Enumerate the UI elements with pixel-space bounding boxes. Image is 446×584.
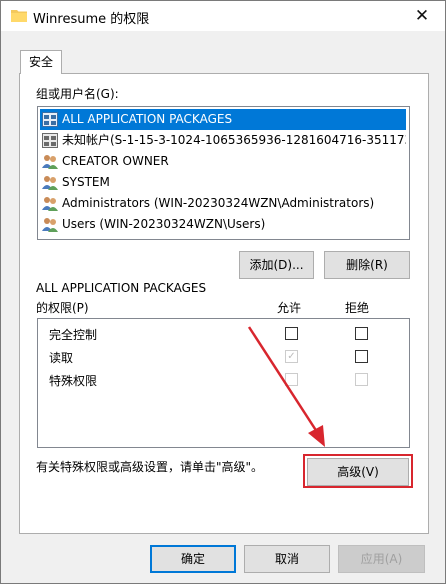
allow-header: 允许 bbox=[277, 301, 302, 315]
tab-security[interactable]: 安全 bbox=[20, 50, 62, 74]
remove-button[interactable]: 删除(R) bbox=[324, 251, 410, 279]
list-item[interactable]: Users (WIN-20230324WZN\Users) bbox=[40, 214, 406, 235]
permissions-list: 完全控制 读取 ✓ 特殊权限 bbox=[37, 318, 410, 448]
permissions-for-label: ALL APPLICATION PACKAGES bbox=[36, 281, 207, 295]
permission-row: 完全控制 bbox=[38, 323, 409, 345]
permission-row: 读取 ✓ bbox=[38, 346, 409, 368]
user-group-icon bbox=[42, 197, 58, 211]
list-item[interactable]: ALL APPLICATION PACKAGES bbox=[40, 109, 406, 130]
user-name: Administrators (WIN-20230324WZN\Administ… bbox=[62, 196, 375, 210]
window-title: Winresume 的权限 bbox=[33, 12, 150, 27]
cancel-button[interactable]: 取消 bbox=[244, 545, 330, 573]
list-item[interactable]: CREATOR OWNER bbox=[40, 151, 406, 172]
permission-name: 特殊权限 bbox=[49, 374, 98, 388]
apply-button: 应用(A) bbox=[338, 545, 425, 573]
permissions-label: 的权限(P) bbox=[36, 301, 89, 315]
user-group-icon bbox=[42, 176, 58, 190]
user-name: ALL APPLICATION PACKAGES bbox=[62, 112, 233, 126]
deny-header: 拒绝 bbox=[345, 301, 370, 315]
user-name: Users (WIN-20230324WZN\Users) bbox=[62, 217, 266, 231]
list-item[interactable]: Administrators (WIN-20230324WZN\Administ… bbox=[40, 193, 406, 214]
advanced-hint: 有关特殊权限或高级设置，请单击"高级"。 bbox=[36, 460, 264, 474]
close-button[interactable]: ✕ bbox=[399, 1, 445, 31]
user-name: CREATOR OWNER bbox=[62, 154, 169, 168]
permission-row: 特殊权限 bbox=[38, 369, 409, 391]
user-name: 未知帐户(S-1-15-3-1024-1065365936-1281604716… bbox=[62, 133, 406, 147]
groups-label: 组或用户名(G): bbox=[36, 87, 119, 101]
user-group-icon bbox=[42, 218, 58, 232]
deny-checkbox bbox=[355, 373, 368, 386]
deny-checkbox[interactable] bbox=[355, 327, 368, 340]
user-group-icon bbox=[42, 155, 58, 169]
list-item[interactable]: SYSTEM bbox=[40, 172, 406, 193]
user-list[interactable]: ALL APPLICATION PACKAGES 未知帐户(S-1-15-3-1… bbox=[37, 106, 410, 240]
allow-checkbox bbox=[285, 373, 298, 386]
unknown-account-icon bbox=[42, 133, 58, 148]
user-name: SYSTEM bbox=[62, 175, 110, 189]
deny-checkbox[interactable] bbox=[355, 350, 368, 363]
folder-icon bbox=[11, 10, 27, 22]
allow-checkbox: ✓ bbox=[285, 350, 298, 363]
security-tab-panel: 组或用户名(G): ALL APPLICATION PACKAGES 未知帐户(… bbox=[19, 73, 429, 534]
advanced-button[interactable]: 高级(V) bbox=[307, 458, 409, 486]
list-item[interactable]: 未知帐户(S-1-15-3-1024-1065365936-1281604716… bbox=[40, 130, 406, 151]
title-bar: Winresume 的权限 ✕ bbox=[1, 1, 445, 31]
app-packages-icon bbox=[42, 112, 58, 127]
allow-checkbox[interactable] bbox=[285, 327, 298, 340]
ok-button[interactable]: 确定 bbox=[150, 545, 236, 573]
permission-name: 完全控制 bbox=[49, 328, 98, 342]
add-button[interactable]: 添加(D)... bbox=[239, 251, 314, 279]
permissions-dialog: Winresume 的权限 ✕ 安全 组或用户名(G): ALL APPLICA… bbox=[0, 0, 446, 584]
permission-name: 读取 bbox=[49, 351, 74, 365]
